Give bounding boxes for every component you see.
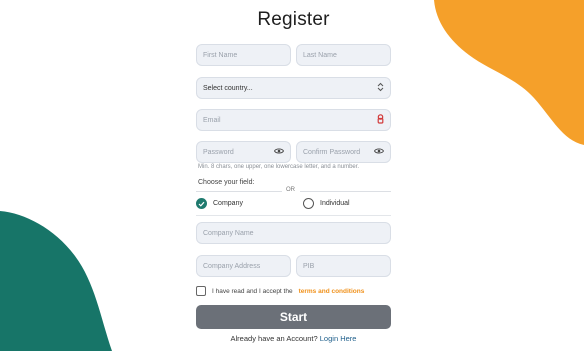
email-input[interactable]: Email (196, 109, 391, 131)
first-name-input[interactable]: First Name (196, 44, 291, 66)
country-select-value: Select country... (203, 84, 253, 92)
terms-link[interactable]: terms and conditions (299, 288, 365, 295)
company-address-input[interactable]: Company Address (196, 255, 291, 277)
email-placeholder: Email (203, 116, 221, 124)
radio-individual-label: Individual (320, 200, 350, 207)
last-name-input[interactable]: Last Name (296, 44, 391, 66)
or-divider-left (196, 191, 282, 192)
password-hint: Min. 8 chars, one upper, one lowercase l… (198, 164, 360, 170)
section-divider (196, 215, 391, 216)
chevron-updown-icon (377, 82, 384, 94)
radio-unchecked-icon (303, 198, 314, 209)
or-label: OR (286, 187, 295, 193)
confirm-password-input[interactable]: Confirm Password (296, 141, 391, 163)
country-select[interactable]: Select country... (196, 77, 391, 99)
orange-blob-decoration (434, 0, 584, 145)
password-manager-icon[interactable] (377, 114, 384, 126)
or-divider-right (300, 191, 391, 192)
start-button[interactable]: Start (196, 305, 391, 329)
eye-icon[interactable] (273, 148, 285, 157)
login-text: Already have an Account? (230, 334, 318, 343)
terms-checkbox[interactable] (196, 286, 206, 296)
login-link[interactable]: Login Here (320, 334, 357, 343)
company-name-input[interactable]: Company Name (196, 222, 391, 244)
confirm-password-placeholder: Confirm Password (303, 148, 361, 156)
choose-field-label: Choose your field: (198, 179, 255, 186)
teal-blob-decoration (0, 211, 112, 351)
eye-icon[interactable] (373, 148, 385, 157)
radio-company-label: Company (213, 200, 243, 207)
terms-row: I have read and I accept the terms and c… (196, 286, 364, 296)
radio-individual[interactable]: Individual (303, 198, 350, 209)
radio-company[interactable]: Company (196, 198, 243, 209)
page-title: Register (257, 9, 330, 30)
check-icon (196, 198, 207, 209)
password-input[interactable]: Password (196, 141, 291, 163)
password-placeholder: Password (203, 148, 234, 156)
pib-input[interactable]: PIB (296, 255, 391, 277)
terms-text: I have read and I accept the (212, 287, 293, 295)
login-prompt: Already have an Account? Login Here (196, 334, 391, 343)
